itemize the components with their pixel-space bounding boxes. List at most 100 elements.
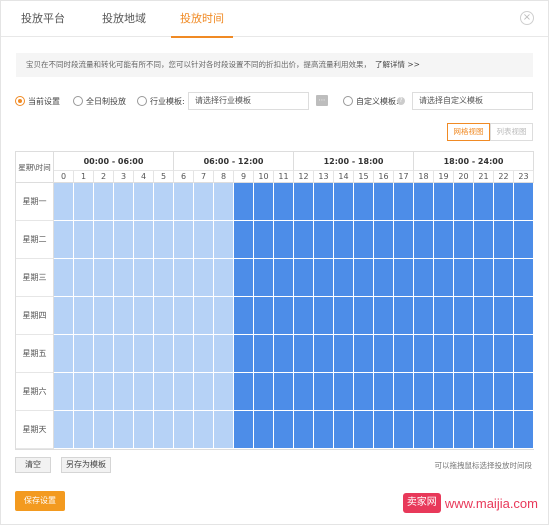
schedule-cell[interactable] (394, 411, 414, 449)
schedule-cell[interactable] (494, 183, 514, 221)
hour-header[interactable]: 16 (374, 171, 394, 183)
schedule-cell[interactable] (494, 411, 514, 449)
hour-header[interactable]: 23 (514, 171, 534, 183)
schedule-cell[interactable] (474, 183, 494, 221)
schedule-cell[interactable] (514, 297, 534, 335)
schedule-cell[interactable] (254, 411, 274, 449)
schedule-cell[interactable] (354, 335, 374, 373)
schedule-cell[interactable] (274, 411, 294, 449)
schedule-cell[interactable] (54, 297, 74, 335)
schedule-cell[interactable] (294, 373, 314, 411)
schedule-cell[interactable] (174, 335, 194, 373)
schedule-cell[interactable] (334, 335, 354, 373)
schedule-cell[interactable] (314, 335, 334, 373)
schedule-cell[interactable] (74, 373, 94, 411)
list-view-button[interactable]: 列表视图 (490, 123, 533, 141)
schedule-cell[interactable] (514, 183, 534, 221)
custom-template-select[interactable]: 请选择自定义模板 (412, 92, 533, 110)
schedule-cell[interactable] (234, 335, 254, 373)
schedule-cell[interactable] (74, 335, 94, 373)
schedule-cell[interactable] (174, 183, 194, 221)
schedule-cell[interactable] (514, 221, 534, 259)
schedule-cell[interactable] (254, 335, 274, 373)
schedule-cell[interactable] (494, 259, 514, 297)
schedule-cell[interactable] (474, 373, 494, 411)
schedule-cell[interactable] (414, 297, 434, 335)
schedule-cell[interactable] (274, 259, 294, 297)
schedule-cell[interactable] (94, 411, 114, 449)
schedule-cell[interactable] (434, 259, 454, 297)
help-icon[interactable]: ? (397, 97, 405, 105)
hour-header[interactable]: 6 (174, 171, 194, 183)
schedule-cell[interactable] (74, 221, 94, 259)
schedule-cell[interactable] (94, 297, 114, 335)
schedule-cell[interactable] (154, 411, 174, 449)
schedule-cell[interactable] (54, 259, 74, 297)
schedule-cell[interactable] (94, 373, 114, 411)
schedule-cell[interactable] (274, 373, 294, 411)
schedule-cell[interactable] (434, 373, 454, 411)
schedule-cell[interactable] (74, 411, 94, 449)
schedule-cell[interactable] (334, 221, 354, 259)
schedule-cell[interactable] (434, 411, 454, 449)
schedule-cell[interactable] (394, 297, 414, 335)
schedule-cell[interactable] (214, 335, 234, 373)
hour-header[interactable]: 7 (194, 171, 214, 183)
day-label[interactable]: 星期二 (16, 221, 54, 259)
hour-header[interactable]: 22 (494, 171, 514, 183)
schedule-cell[interactable] (214, 297, 234, 335)
schedule-cell[interactable] (414, 221, 434, 259)
hour-header[interactable]: 11 (274, 171, 294, 183)
schedule-cell[interactable] (314, 221, 334, 259)
schedule-cell[interactable] (354, 183, 374, 221)
schedule-cell[interactable] (454, 297, 474, 335)
schedule-cell[interactable] (354, 411, 374, 449)
schedule-cell[interactable] (514, 335, 534, 373)
schedule-cell[interactable] (134, 373, 154, 411)
schedule-cell[interactable] (134, 221, 154, 259)
hour-header[interactable]: 9 (234, 171, 254, 183)
schedule-cell[interactable] (194, 297, 214, 335)
schedule-cell[interactable] (374, 335, 394, 373)
schedule-cell[interactable] (394, 259, 414, 297)
schedule-cell[interactable] (54, 335, 74, 373)
industry-template-select[interactable]: 请选择行业模板 (188, 92, 309, 110)
schedule-cell[interactable] (254, 259, 274, 297)
schedule-cell[interactable] (454, 183, 474, 221)
schedule-cell[interactable] (234, 259, 254, 297)
schedule-cell[interactable] (154, 221, 174, 259)
radio-all-day[interactable] (73, 96, 83, 106)
schedule-cell[interactable] (294, 259, 314, 297)
schedule-cell[interactable] (254, 373, 274, 411)
schedule-cell[interactable] (214, 221, 234, 259)
schedule-cell[interactable] (214, 411, 234, 449)
schedule-cell[interactable] (494, 373, 514, 411)
schedule-cell[interactable] (114, 221, 134, 259)
schedule-cell[interactable] (294, 221, 314, 259)
schedule-cell[interactable] (114, 335, 134, 373)
schedule-cell[interactable] (474, 221, 494, 259)
schedule-cell[interactable] (274, 221, 294, 259)
schedule-cell[interactable] (154, 183, 174, 221)
schedule-cell[interactable] (74, 297, 94, 335)
hour-header[interactable]: 19 (434, 171, 454, 183)
schedule-cell[interactable] (434, 221, 454, 259)
schedule-cell[interactable] (454, 221, 474, 259)
schedule-cell[interactable] (174, 221, 194, 259)
schedule-cell[interactable] (454, 411, 474, 449)
schedule-cell[interactable] (54, 411, 74, 449)
schedule-cell[interactable] (514, 259, 534, 297)
hour-header[interactable]: 3 (114, 171, 134, 183)
close-icon[interactable]: × (520, 11, 534, 25)
schedule-cell[interactable] (54, 221, 74, 259)
schedule-cell[interactable] (274, 297, 294, 335)
schedule-cell[interactable] (294, 411, 314, 449)
schedule-cell[interactable] (314, 297, 334, 335)
schedule-cell[interactable] (154, 373, 174, 411)
schedule-cell[interactable] (254, 297, 274, 335)
schedule-cell[interactable] (214, 373, 234, 411)
schedule-cell[interactable] (194, 411, 214, 449)
schedule-cell[interactable] (394, 221, 414, 259)
schedule-cell[interactable] (174, 259, 194, 297)
schedule-cell[interactable] (334, 297, 354, 335)
